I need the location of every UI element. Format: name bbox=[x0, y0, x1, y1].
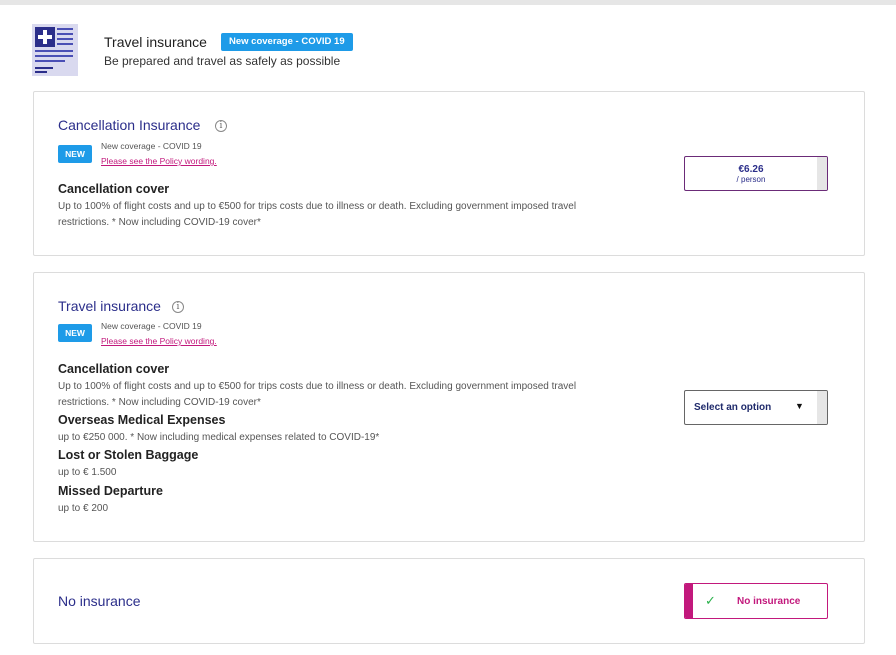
section-description: up to €250 000. * Now including medical … bbox=[58, 432, 380, 443]
info-icon[interactable]: i bbox=[172, 301, 184, 313]
card-title: Cancellation Insurance bbox=[58, 117, 201, 133]
info-icon[interactable]: i bbox=[215, 120, 227, 132]
page-title: Travel insurance bbox=[104, 34, 207, 50]
new-badge: NEW bbox=[58, 324, 92, 342]
covid-coverage-badge: New coverage - COVID 19 bbox=[221, 33, 353, 51]
insurance-document-icon bbox=[32, 24, 78, 76]
select-label: Select an option bbox=[694, 402, 772, 413]
top-bar bbox=[0, 0, 896, 5]
travel-insurance-option-select[interactable]: Select an option ▼ bbox=[684, 390, 828, 425]
cancellation-insurance-card[interactable]: Cancellation Insurance i NEW New coverag… bbox=[33, 91, 865, 256]
section-title: Lost or Stolen Baggage bbox=[58, 448, 199, 462]
section-description: up to € 200 bbox=[58, 503, 109, 514]
policy-wording-link[interactable]: Please see the Policy wording. bbox=[101, 336, 217, 346]
card-title: No insurance bbox=[58, 593, 141, 609]
check-icon: ✓ bbox=[705, 593, 716, 608]
no-insurance-card[interactable]: No insurance ✓ No insurance bbox=[33, 558, 865, 644]
cancellation-price-button[interactable]: €6.26 / person bbox=[684, 156, 828, 191]
coverage-text: New coverage - COVID 19 bbox=[101, 321, 202, 331]
coverage-text: New coverage - COVID 19 bbox=[101, 141, 202, 151]
card-title: Travel insurance bbox=[58, 298, 161, 314]
section-title: Cancellation cover bbox=[58, 182, 170, 196]
section-description: Up to 100% of flight costs and up to €50… bbox=[58, 201, 577, 228]
no-insurance-button[interactable]: ✓ No insurance bbox=[684, 583, 828, 619]
section-description: up to € 1.500 bbox=[58, 467, 117, 478]
section-title: Cancellation cover bbox=[58, 362, 170, 376]
section-title: Missed Departure bbox=[58, 484, 163, 498]
new-badge: NEW bbox=[58, 145, 92, 163]
travel-insurance-card[interactable]: Travel insurance i NEW New coverage - CO… bbox=[33, 272, 865, 542]
page-subtitle: Be prepared and travel as safely as poss… bbox=[104, 54, 341, 68]
price-value: €6.26 bbox=[738, 164, 764, 175]
chevron-down-icon: ▼ bbox=[795, 401, 804, 411]
price-unit: / person bbox=[736, 175, 766, 184]
section-description: Up to 100% of flight costs and up to €50… bbox=[58, 381, 577, 408]
no-insurance-label: No insurance bbox=[737, 596, 801, 607]
section-title: Overseas Medical Expenses bbox=[58, 413, 226, 427]
policy-wording-link[interactable]: Please see the Policy wording. bbox=[101, 156, 217, 166]
travel-insurance-header: Travel insurance New coverage - COVID 19… bbox=[32, 24, 732, 76]
